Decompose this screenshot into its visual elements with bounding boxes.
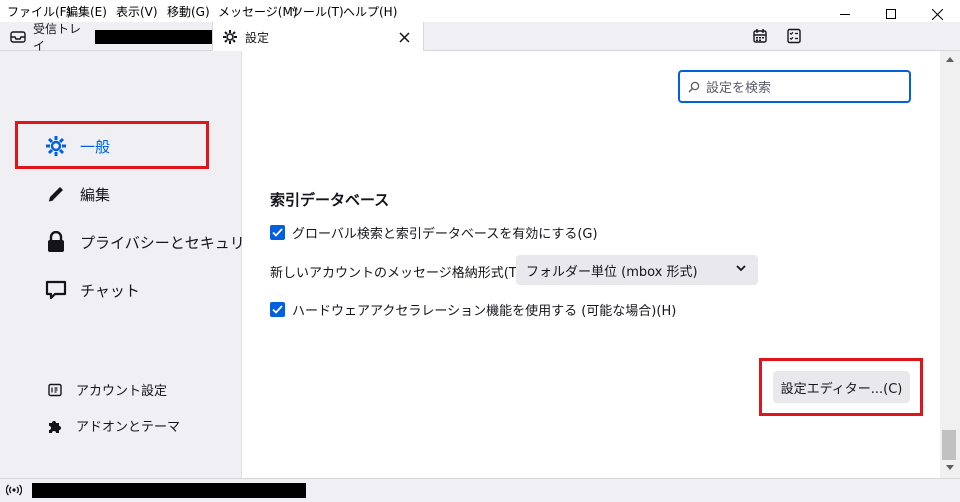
hw-accel-checkbox[interactable] xyxy=(270,302,285,317)
chat-icon xyxy=(44,278,68,302)
global-search-row[interactable]: グローバル検索と索引データベースを有効にする(G) xyxy=(270,223,598,242)
tab-inbox-label: 受信トレイ xyxy=(33,21,82,53)
settings-sidebar xyxy=(0,51,242,478)
highlight-general xyxy=(15,121,209,169)
storage-format-select[interactable]: フォルダー単位 (mbox 形式) xyxy=(516,255,758,285)
hw-accel-row[interactable]: ハードウェアアクセラレーション機能を使用する (可能な場合)(H) xyxy=(270,300,676,319)
global-search-label: グローバル検索と索引データベースを有効にする(G) xyxy=(292,227,598,242)
tab-settings[interactable]: 設定 xyxy=(212,22,424,52)
category-composition[interactable]: 編集 xyxy=(44,182,110,206)
search-icon xyxy=(688,81,700,93)
account-icon xyxy=(46,381,64,399)
scroll-down-icon[interactable] xyxy=(946,465,954,470)
storage-format-label: 新しいアカウントのメッセージ格納形式(T): xyxy=(270,266,527,281)
global-search-checkbox[interactable] xyxy=(270,225,285,240)
account-settings-link[interactable]: アカウント設定 xyxy=(46,380,167,399)
menu-tools[interactable]: ツール(T) xyxy=(291,3,344,20)
redacted-account xyxy=(94,29,212,44)
search-input[interactable]: 設定を検索 xyxy=(678,70,911,103)
menu-view[interactable]: 表示(V) xyxy=(116,3,158,20)
search-placeholder: 設定を検索 xyxy=(706,81,772,96)
category-chat-label: チャット xyxy=(80,281,140,300)
storage-format-value: フォルダー単位 (mbox 形式) xyxy=(526,264,698,280)
menu-edit[interactable]: 編集(E) xyxy=(66,3,107,20)
tab-bar: 受信トレイ 設定 xyxy=(0,21,960,53)
close-icon xyxy=(931,8,943,20)
menu-bar: ファイル(F) 編集(E) 表示(V) 移動(G) メッセージ(M) ツール(T… xyxy=(0,0,960,22)
connection-icon[interactable] xyxy=(6,484,22,496)
category-privacy[interactable]: プライバシーとセキュリティ xyxy=(44,230,274,254)
scrollbar-thumb[interactable] xyxy=(942,430,956,460)
scroll-up-icon[interactable] xyxy=(946,57,954,62)
minimize-icon xyxy=(840,13,850,15)
chevron-down-icon xyxy=(736,265,746,272)
gear-icon xyxy=(222,29,238,45)
tab-settings-label: 設定 xyxy=(245,30,270,45)
tab-inbox[interactable]: 受信トレイ xyxy=(0,21,212,53)
redacted-status xyxy=(32,483,306,498)
category-chat[interactable]: チャット xyxy=(44,278,140,302)
highlight-config-editor xyxy=(759,358,923,416)
menu-help[interactable]: ヘルプ(H) xyxy=(343,3,397,20)
menu-message[interactable]: メッセージ(M) xyxy=(218,3,297,20)
hw-accel-label: ハードウェアアクセラレーション機能を使用する (可能な場合)(H) xyxy=(292,304,677,319)
lock-icon xyxy=(44,230,68,254)
tab-close-icon[interactable] xyxy=(399,31,410,43)
menu-go[interactable]: 移動(G) xyxy=(167,3,210,20)
scrollbar[interactable] xyxy=(940,51,960,478)
mail-icon xyxy=(10,30,26,44)
menu-file[interactable]: ファイル(F) xyxy=(7,3,71,20)
status-bar xyxy=(0,478,960,502)
pencil-icon xyxy=(44,182,68,206)
maximize-icon xyxy=(886,9,896,19)
addons-label: アドオンとテーマ xyxy=(76,420,181,435)
puzzle-icon xyxy=(46,417,64,435)
tasks-icon[interactable] xyxy=(786,28,802,48)
account-settings-label: アカウント設定 xyxy=(76,384,168,399)
addons-link[interactable]: アドオンとテーマ xyxy=(46,416,180,435)
calendar-icon[interactable] xyxy=(752,28,768,48)
section-title-index: 索引データベース xyxy=(270,191,390,209)
category-composition-label: 編集 xyxy=(80,185,111,204)
